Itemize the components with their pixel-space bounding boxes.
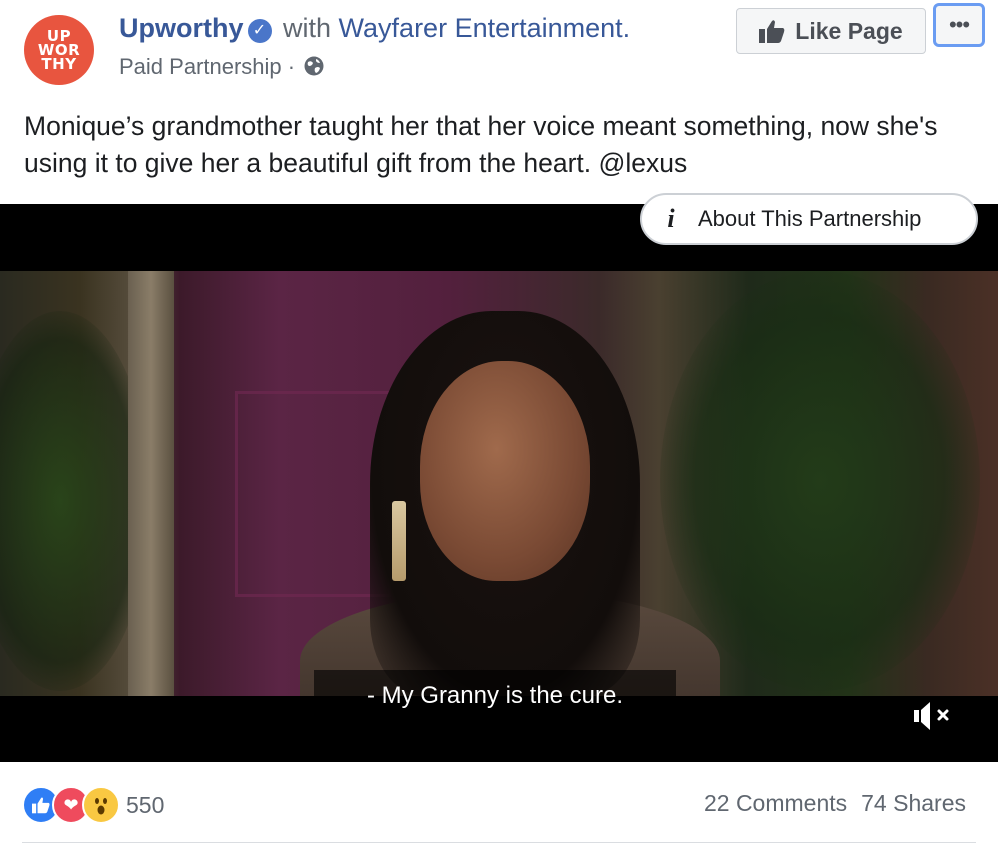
avatar-line: THY: [41, 55, 77, 73]
door-panel-decor: [235, 391, 391, 597]
paid-partnership-label: Paid Partnership ·: [119, 54, 296, 79]
verified-badge-icon: ✓: [247, 19, 272, 43]
video-player[interactable]: - My Granny is the cure.: [0, 204, 998, 762]
video-frame: [0, 271, 998, 696]
volume-muted-icon[interactable]: [912, 698, 956, 734]
earring: [392, 501, 406, 581]
globe-icon: [303, 55, 325, 83]
like-page-label: Like Page: [795, 17, 903, 44]
page-avatar[interactable]: UP WOR THY: [24, 15, 94, 85]
door-frame-decor: [128, 271, 174, 696]
info-icon: i: [667, 204, 675, 233]
reaction-count: 550: [126, 791, 165, 818]
post-text: Monique’s grandmother taught her that he…: [24, 111, 938, 178]
thumbs-up-icon: [759, 20, 785, 43]
post-meta: Paid Partnership ·: [119, 54, 325, 83]
page-name-link[interactable]: Upworthy: [119, 13, 244, 43]
video-caption: - My Granny is the cure.: [314, 670, 676, 722]
post-stats: 22 Comments 74 Shares: [704, 790, 966, 817]
more-icon: •••: [948, 12, 970, 37]
shares-count-link[interactable]: 74 Shares: [861, 790, 966, 816]
more-options-button[interactable]: •••: [933, 3, 985, 47]
reactions-summary[interactable]: ❤ 550: [22, 786, 164, 824]
about-partnership-label: About This Partnership: [698, 206, 922, 231]
comments-count-link[interactable]: 22 Comments: [704, 790, 847, 816]
partner-name-link[interactable]: Wayfarer Entertainment.: [339, 13, 631, 43]
post-header-title: Upworthy ✓ with Wayfarer Entertainment.: [119, 13, 630, 44]
person-face: [420, 361, 590, 581]
footer-divider: [22, 842, 976, 843]
with-text: with: [283, 13, 332, 43]
like-page-button[interactable]: Like Page: [736, 8, 926, 54]
wow-reaction-icon: [82, 786, 120, 824]
plant-right-decor: [660, 271, 980, 691]
about-partnership-button[interactable]: i About This Partnership: [640, 193, 978, 245]
